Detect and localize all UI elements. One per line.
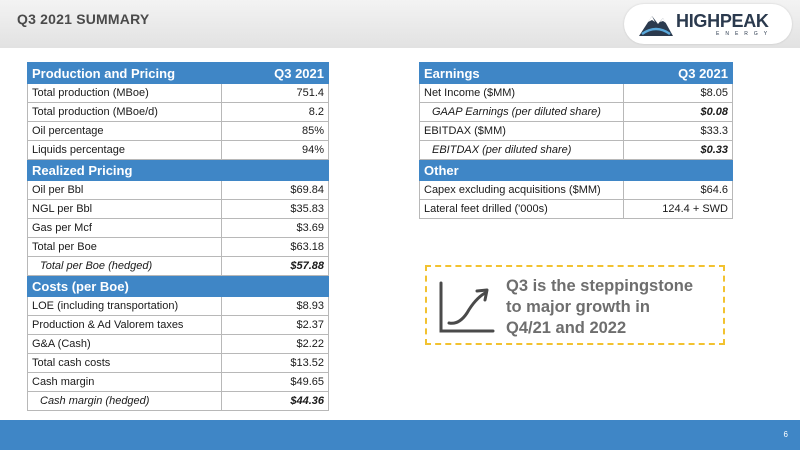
row-label: Total production (MBoe) xyxy=(27,83,222,103)
production-pricing-costs-table: Production and Pricing Q3 2021 Total produ… xyxy=(27,62,330,411)
row-label: Cash margin xyxy=(27,372,222,392)
company-logo: HIGHPEAK ENERGY xyxy=(624,4,792,44)
table-row: Total cash costs $13.52 xyxy=(27,353,330,373)
row-value: 124.4 + SWD xyxy=(622,199,734,219)
section-heading-value: Q3 2021 xyxy=(622,62,734,84)
row-label: G&A (Cash) xyxy=(27,334,222,354)
section-header-row: Realized Pricing xyxy=(27,159,330,181)
row-value: $0.08 xyxy=(622,102,734,122)
row-value: $3.69 xyxy=(220,218,330,238)
table-row: Gas per Mcf $3.69 xyxy=(27,218,330,238)
table-row: Cash margin (hedged) $44.36 xyxy=(27,391,330,411)
growth-callout: Q3 is the steppingstone to major growth … xyxy=(425,265,725,345)
row-label: LOE (including transportation) xyxy=(27,296,222,316)
table-row: Total per Boe $63.18 xyxy=(27,237,330,257)
logo-wordmark: HIGHPEAK xyxy=(676,11,769,31)
row-value: $8.05 xyxy=(622,83,734,103)
table-row: Oil percentage 85% xyxy=(27,121,330,141)
row-label: Oil percentage xyxy=(27,121,222,141)
row-value: 751.4 xyxy=(220,83,330,103)
row-label: Total per Boe xyxy=(27,237,222,257)
section-heading-value: Q3 2021 xyxy=(220,62,330,84)
row-value: 85% xyxy=(220,121,330,141)
callout-text: Q3 is the steppingstone to major growth … xyxy=(506,276,721,339)
callout-line: Q3 is the steppingstone xyxy=(506,277,694,295)
row-value: $2.22 xyxy=(220,334,330,354)
table-row: Oil per Bbl $69.84 xyxy=(27,180,330,200)
row-value: $35.83 xyxy=(220,199,330,219)
table-row: Total production (MBoe/d) 8.2 xyxy=(27,102,330,122)
table-row: Capex excluding acquisitions ($MM) $64.6 xyxy=(419,180,734,200)
section-heading: Other xyxy=(419,159,624,181)
callout-line: Q4/21 and 2022 xyxy=(506,319,627,337)
section-heading: Earnings xyxy=(419,62,624,84)
row-label: Cash margin (hedged) xyxy=(27,391,222,411)
row-value: $64.6 xyxy=(622,180,734,200)
section-heading: Realized Pricing xyxy=(27,159,222,181)
earnings-other-table: Earnings Q3 2021 Net Income ($MM) $8.05 GAAP… xyxy=(419,62,734,219)
table-row: Liquids percentage 94% xyxy=(27,140,330,160)
table-row: Production & Ad Valorem taxes $2.37 xyxy=(27,315,330,335)
page-number: 6 xyxy=(783,430,788,439)
row-label: Gas per Mcf xyxy=(27,218,222,238)
growth-chart-icon xyxy=(439,281,495,333)
table-row: Lateral feet drilled ('000s) 124.4 + SWD xyxy=(419,199,734,219)
row-label: EBITDAX (per diluted share) xyxy=(419,140,624,160)
row-value: $44.36 xyxy=(220,391,330,411)
table-row: G&A (Cash) $2.22 xyxy=(27,334,330,354)
row-label: GAAP Earnings (per diluted share) xyxy=(419,102,624,122)
page-title: Q3 2021 SUMMARY xyxy=(17,11,150,27)
section-header-row: Other xyxy=(419,159,734,181)
section-header-row: Production and Pricing Q3 2021 xyxy=(27,62,330,84)
row-label: Oil per Bbl xyxy=(27,180,222,200)
row-value: $57.88 xyxy=(220,256,330,276)
row-value: 94% xyxy=(220,140,330,160)
row-value: $69.84 xyxy=(220,180,330,200)
footer-bar: 6 xyxy=(0,420,800,450)
table-row: GAAP Earnings (per diluted share) $0.08 xyxy=(419,102,734,122)
section-heading-value xyxy=(622,159,734,181)
table-row: EBITDAX (per diluted share) $0.33 xyxy=(419,140,734,160)
row-label: NGL per Bbl xyxy=(27,199,222,219)
table-row: NGL per Bbl $35.83 xyxy=(27,199,330,219)
table-row: EBITDAX ($MM) $33.3 xyxy=(419,121,734,141)
table-row: Cash margin $49.65 xyxy=(27,372,330,392)
section-heading: Costs (per Boe) xyxy=(27,275,222,297)
mountain-logo-icon xyxy=(639,16,673,36)
header-bar: Q3 2021 SUMMARY HIGHPEAK ENERGY xyxy=(0,0,800,48)
row-value: $63.18 xyxy=(220,237,330,257)
row-value: $49.65 xyxy=(220,372,330,392)
row-value: $33.3 xyxy=(622,121,734,141)
row-value: $13.52 xyxy=(220,353,330,373)
section-heading: Production and Pricing xyxy=(27,62,222,84)
row-label: Production & Ad Valorem taxes xyxy=(27,315,222,335)
section-header-row: Earnings Q3 2021 xyxy=(419,62,734,84)
section-heading-value xyxy=(220,275,330,297)
row-label: Total production (MBoe/d) xyxy=(27,102,222,122)
table-row: Total per Boe (hedged) $57.88 xyxy=(27,256,330,276)
row-label: Total cash costs xyxy=(27,353,222,373)
section-header-row: Costs (per Boe) xyxy=(27,275,330,297)
row-label: Net Income ($MM) xyxy=(419,83,624,103)
logo-subtitle: ENERGY xyxy=(716,31,774,37)
row-value: $8.93 xyxy=(220,296,330,316)
row-value: $2.37 xyxy=(220,315,330,335)
table-row: Total production (MBoe) 751.4 xyxy=(27,83,330,103)
table-row: Net Income ($MM) $8.05 xyxy=(419,83,734,103)
row-value: $0.33 xyxy=(622,140,734,160)
row-label: Liquids percentage xyxy=(27,140,222,160)
row-label: Total per Boe (hedged) xyxy=(27,256,222,276)
table-row: LOE (including transportation) $8.93 xyxy=(27,296,330,316)
section-heading-value xyxy=(220,159,330,181)
row-label: Lateral feet drilled ('000s) xyxy=(419,199,624,219)
row-label: Capex excluding acquisitions ($MM) xyxy=(419,180,624,200)
row-value: 8.2 xyxy=(220,102,330,122)
callout-line: to major growth in xyxy=(506,298,650,316)
row-label: EBITDAX ($MM) xyxy=(419,121,624,141)
